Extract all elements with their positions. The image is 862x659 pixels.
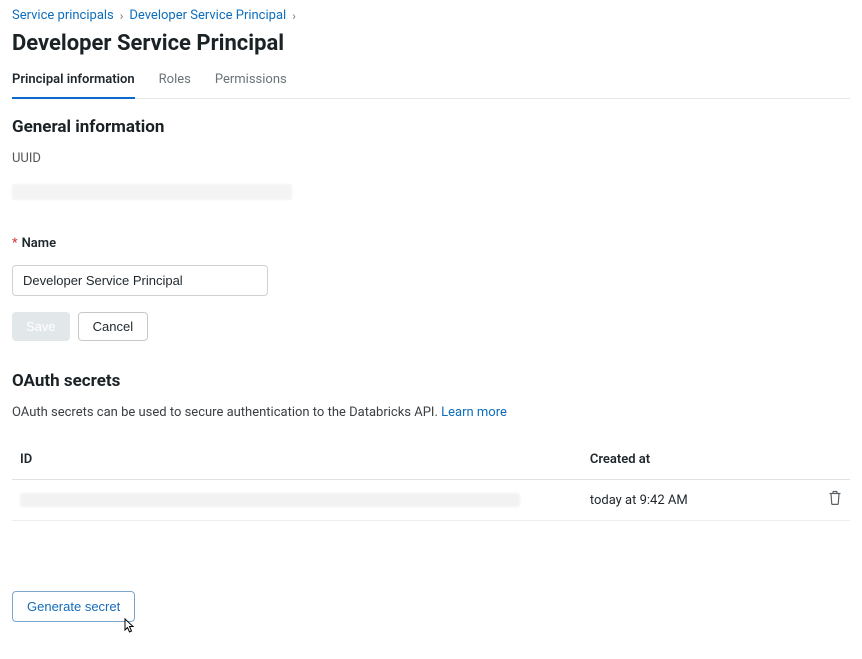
oauth-secrets-title: OAuth secrets [12,371,850,391]
uuid-label: UUID [12,151,850,166]
chevron-right-icon: › [120,9,124,23]
tab-roles[interactable]: Roles [159,66,191,99]
save-button[interactable]: Save [12,312,70,341]
breadcrumb-root-link[interactable]: Service principals [12,8,114,23]
required-asterisk: * [12,236,18,251]
chevron-right-icon: › [292,9,296,23]
name-input[interactable] [12,265,268,296]
uuid-value-redacted [12,184,292,200]
tab-permissions[interactable]: Permissions [215,66,287,99]
generate-secret-button[interactable]: Generate secret [12,591,135,622]
page-title: Developer Service Principal [12,31,850,56]
breadcrumb-current-link[interactable]: Developer Service Principal [129,8,286,23]
breadcrumb: Service principals › Developer Service P… [12,8,850,23]
name-label: Name [22,236,56,251]
table-row: today at 9:42 AM [12,480,850,521]
tab-principal-information[interactable]: Principal information [12,66,135,99]
secrets-table: ID Created at today at 9:42 AM [12,440,850,521]
general-info-title: General information [12,117,850,137]
oauth-secrets-description: OAuth secrets can be used to secure auth… [12,405,850,420]
cancel-button[interactable]: Cancel [78,312,148,341]
created-at-value: today at 9:42 AM [582,480,808,521]
secret-id-redacted [20,493,520,507]
tabs: Principal information Roles Permissions [12,66,850,99]
trash-icon[interactable] [828,490,842,506]
learn-more-link[interactable]: Learn more [441,405,507,420]
col-id: ID [12,440,582,480]
col-created-at: Created at [582,440,808,480]
